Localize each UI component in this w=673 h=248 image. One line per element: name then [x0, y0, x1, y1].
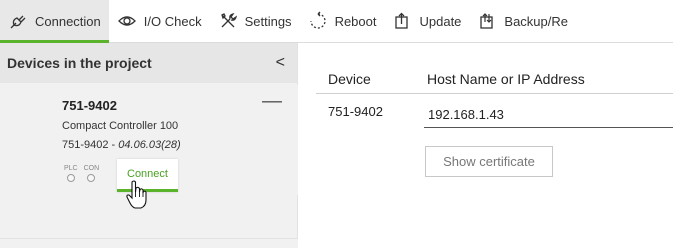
tab-settings[interactable]: Settings	[210, 0, 300, 42]
con-led: CON	[83, 165, 100, 182]
con-led-label: CON	[83, 165, 100, 172]
version-separator: -	[108, 139, 119, 151]
row-device-cell: 751-9402	[328, 104, 383, 119]
connection-plug-icon	[8, 11, 28, 31]
device-card[interactable]: 751-9402 — Compact Controller 100 751-94…	[0, 85, 298, 195]
update-icon	[392, 11, 412, 31]
devices-panel-header: Devices in the project <	[0, 43, 297, 83]
remove-device-button[interactable]: —	[262, 90, 282, 113]
device-version-line: 751-9402 - 04.06.03(28)	[62, 139, 181, 151]
tab-backup-restore[interactable]: Backup/Re	[469, 0, 576, 42]
column-header-device: Device	[328, 71, 371, 87]
header-divider	[316, 93, 673, 94]
tab-reboot[interactable]: Reboot	[300, 0, 385, 42]
device-article-number: 751-9402	[62, 139, 109, 151]
collapse-panel-button[interactable]: <	[272, 54, 289, 72]
devices-panel: Devices in the project < 751-9402 — Comp…	[0, 43, 298, 248]
status-leds: PLC CON	[64, 165, 99, 182]
tab-reboot-label: Reboot	[334, 13, 377, 29]
column-header-host: Host Name or IP Address	[427, 71, 585, 87]
devices-panel-footer	[0, 238, 298, 248]
devices-panel-title: Devices in the project	[7, 55, 152, 71]
tab-io-check-label: I/O Check	[143, 13, 202, 29]
tab-backup-restore-label: Backup/Re	[504, 13, 568, 29]
device-name: 751-9402	[62, 98, 117, 113]
reboot-icon	[308, 11, 328, 31]
con-led-indicator	[87, 174, 96, 182]
plc-led-label: PLC	[64, 165, 78, 172]
tab-connection-label: Connection	[35, 13, 101, 29]
show-certificate-button[interactable]: Show certificate	[425, 146, 553, 177]
plc-led-indicator	[66, 174, 75, 182]
host-address-input[interactable]	[424, 101, 673, 128]
plc-led: PLC	[64, 165, 78, 182]
tab-update[interactable]: Update	[384, 0, 469, 42]
device-description: Compact Controller 100	[62, 120, 179, 132]
device-detail-panel: Device Host Name or IP Address 751-9402 …	[300, 43, 673, 248]
tools-icon	[218, 11, 238, 31]
toolbar: Connection I/O Check Settings Reboot Upd…	[0, 0, 673, 43]
tab-update-label: Update	[419, 13, 462, 29]
firmware-version: 04.06.03(28)	[118, 139, 181, 151]
tab-io-check[interactable]: I/O Check	[109, 0, 210, 42]
tab-settings-label: Settings	[244, 13, 292, 29]
tab-connection[interactable]: Connection	[0, 0, 109, 43]
eye-icon	[117, 11, 137, 31]
hand-cursor-icon	[126, 180, 148, 215]
backup-icon	[477, 11, 497, 31]
